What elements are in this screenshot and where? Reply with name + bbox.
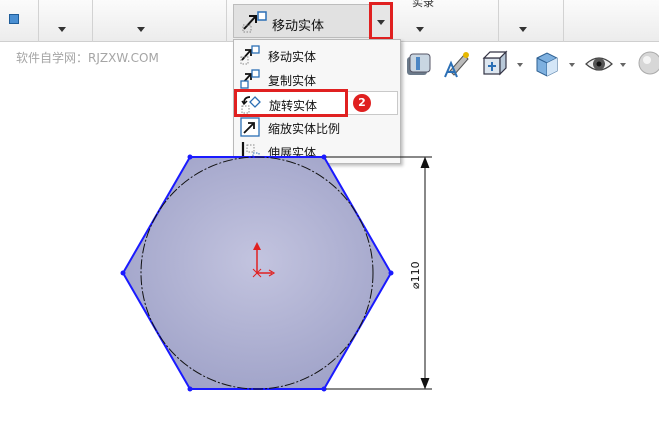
move-body-button[interactable]: 移动实体 bbox=[233, 4, 371, 38]
move-body-icon bbox=[242, 11, 267, 33]
toolbar-separator bbox=[92, 0, 93, 42]
chevron-down-icon[interactable] bbox=[569, 63, 575, 67]
toolbar-separator bbox=[226, 0, 227, 42]
display-style-icon[interactable] bbox=[532, 49, 562, 79]
dropdown-arrow-icon[interactable] bbox=[137, 27, 145, 32]
dropdown-arrow-icon[interactable] bbox=[416, 27, 424, 32]
appearance-icon[interactable] bbox=[442, 49, 472, 79]
sketch-canvas[interactable]: ⌀110 bbox=[0, 84, 659, 438]
menu-item-move-body[interactable]: 移动实体 bbox=[234, 43, 400, 67]
chevron-down-icon[interactable] bbox=[620, 63, 626, 67]
view-orientation-icon[interactable] bbox=[480, 49, 510, 79]
toolbar-separator bbox=[38, 0, 39, 42]
toolbar-separator bbox=[563, 0, 564, 42]
toolbar-separator bbox=[498, 0, 499, 42]
toolbar-cut-label: 实录 bbox=[412, 0, 434, 9]
move-body-label: 移动实体 bbox=[272, 19, 325, 34]
dropdown-arrow-icon[interactable] bbox=[519, 27, 527, 32]
menu-item-label: 移动实体 bbox=[268, 50, 317, 64]
move-body-icon bbox=[240, 45, 260, 65]
step1-highlight-box bbox=[369, 2, 393, 40]
section-view-icon[interactable] bbox=[404, 49, 434, 79]
scene-icon[interactable] bbox=[632, 49, 659, 79]
watermark: 软件自学网：RJZXW.COM bbox=[16, 51, 159, 65]
blue-square-icon[interactable] bbox=[9, 14, 19, 24]
dropdown-arrow-icon[interactable] bbox=[58, 27, 66, 32]
dimension-label[interactable]: ⌀110 bbox=[409, 261, 422, 289]
chevron-down-icon[interactable] bbox=[517, 63, 523, 67]
hide-show-icon[interactable] bbox=[584, 49, 614, 79]
